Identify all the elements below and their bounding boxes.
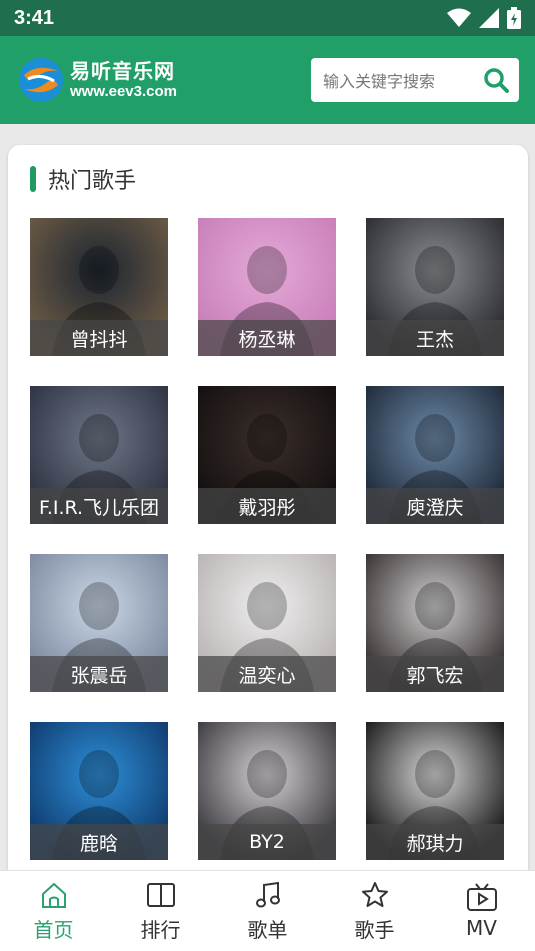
singer-tile[interactable]: 戴羽彤 <box>198 386 336 524</box>
logo-icon <box>19 58 63 102</box>
singer-tile[interactable]: BY2 <box>198 722 336 860</box>
nav-item-2[interactable]: 歌单 <box>214 871 321 951</box>
status-bar: 3:41 <box>0 0 535 36</box>
singer-name: 张震岳 <box>30 656 168 692</box>
singer-tile[interactable]: 温奕心 <box>198 554 336 692</box>
singer-tile[interactable]: 郭飞宏 <box>366 554 504 692</box>
search-input[interactable]: 输入关键字搜索 <box>311 58 519 102</box>
book-icon <box>146 880 176 910</box>
signal-icon <box>479 8 499 28</box>
nav-label: 歌手 <box>354 917 395 942</box>
nav-label: 歌单 <box>247 917 288 942</box>
status-time: 3:41 <box>14 6 55 29</box>
nav-label: 首页 <box>33 917 74 942</box>
search-icon[interactable] <box>483 67 509 93</box>
singer-tile[interactable]: 王杰 <box>366 218 504 356</box>
singer-name: 曾抖抖 <box>30 320 168 356</box>
nav-item-4[interactable]: MV <box>428 871 535 951</box>
nav-label: 排行 <box>140 917 181 942</box>
music-note-icon <box>253 880 283 910</box>
singer-name: 温奕心 <box>198 656 336 692</box>
hot-singers-card: 热门歌手 曾抖抖 杨丞琳 王杰 F.I.R.飞儿乐团 戴羽彤 庾澄庆张震岳 温奕心 郭飞宏鹿晗… <box>8 145 528 885</box>
wifi-icon <box>447 8 471 27</box>
section-title: 热门歌手 <box>48 169 137 194</box>
singer-name: 鹿晗 <box>30 824 168 860</box>
singer-name: 郭飞宏 <box>366 656 504 692</box>
nav-item-0[interactable]: 首页 <box>0 871 107 951</box>
singer-name: 戴羽彤 <box>198 488 336 524</box>
brand-name: 易听音乐网 <box>70 59 175 83</box>
nav-label: MV <box>466 916 497 940</box>
app-header: 易听音乐网 www.eev3.com 输入关键字搜索 <box>0 36 535 124</box>
singer-name: 郝琪力 <box>366 824 504 860</box>
singer-tile[interactable]: 杨丞琳 <box>198 218 336 356</box>
singer-tile[interactable]: 曾抖抖 <box>30 218 168 356</box>
section-header: 热门歌手 <box>30 163 136 195</box>
brand-logo[interactable]: 易听音乐网 www.eev3.com <box>18 57 177 103</box>
singer-name: F.I.R.飞儿乐团 <box>30 488 168 524</box>
title-accent-bar <box>30 166 36 192</box>
singer-name: BY2 <box>198 824 336 860</box>
singer-tile[interactable]: 鹿晗 <box>30 722 168 860</box>
singer-tile[interactable]: 张震岳 <box>30 554 168 692</box>
brand-url: www.eev3.com <box>70 83 177 100</box>
singer-name: 王杰 <box>366 320 504 356</box>
star-icon <box>360 880 390 910</box>
singer-name: 庾澄庆 <box>366 488 504 524</box>
bottom-nav: 首页 排行 歌单 歌手 MV <box>0 870 535 951</box>
search-placeholder: 输入关键字搜索 <box>323 72 436 91</box>
singer-name: 杨丞琳 <box>198 320 336 356</box>
singer-tile[interactable]: 郝琪力 <box>366 722 504 860</box>
tv-icon <box>466 882 498 912</box>
home-icon <box>39 880 69 910</box>
nav-item-3[interactable]: 歌手 <box>321 871 428 951</box>
status-icons <box>447 7 521 29</box>
battery-icon <box>507 7 521 29</box>
singer-tile[interactable]: 庾澄庆 <box>366 386 504 524</box>
nav-item-1[interactable]: 排行 <box>107 871 214 951</box>
singer-tile[interactable]: F.I.R.飞儿乐团 <box>30 386 168 524</box>
